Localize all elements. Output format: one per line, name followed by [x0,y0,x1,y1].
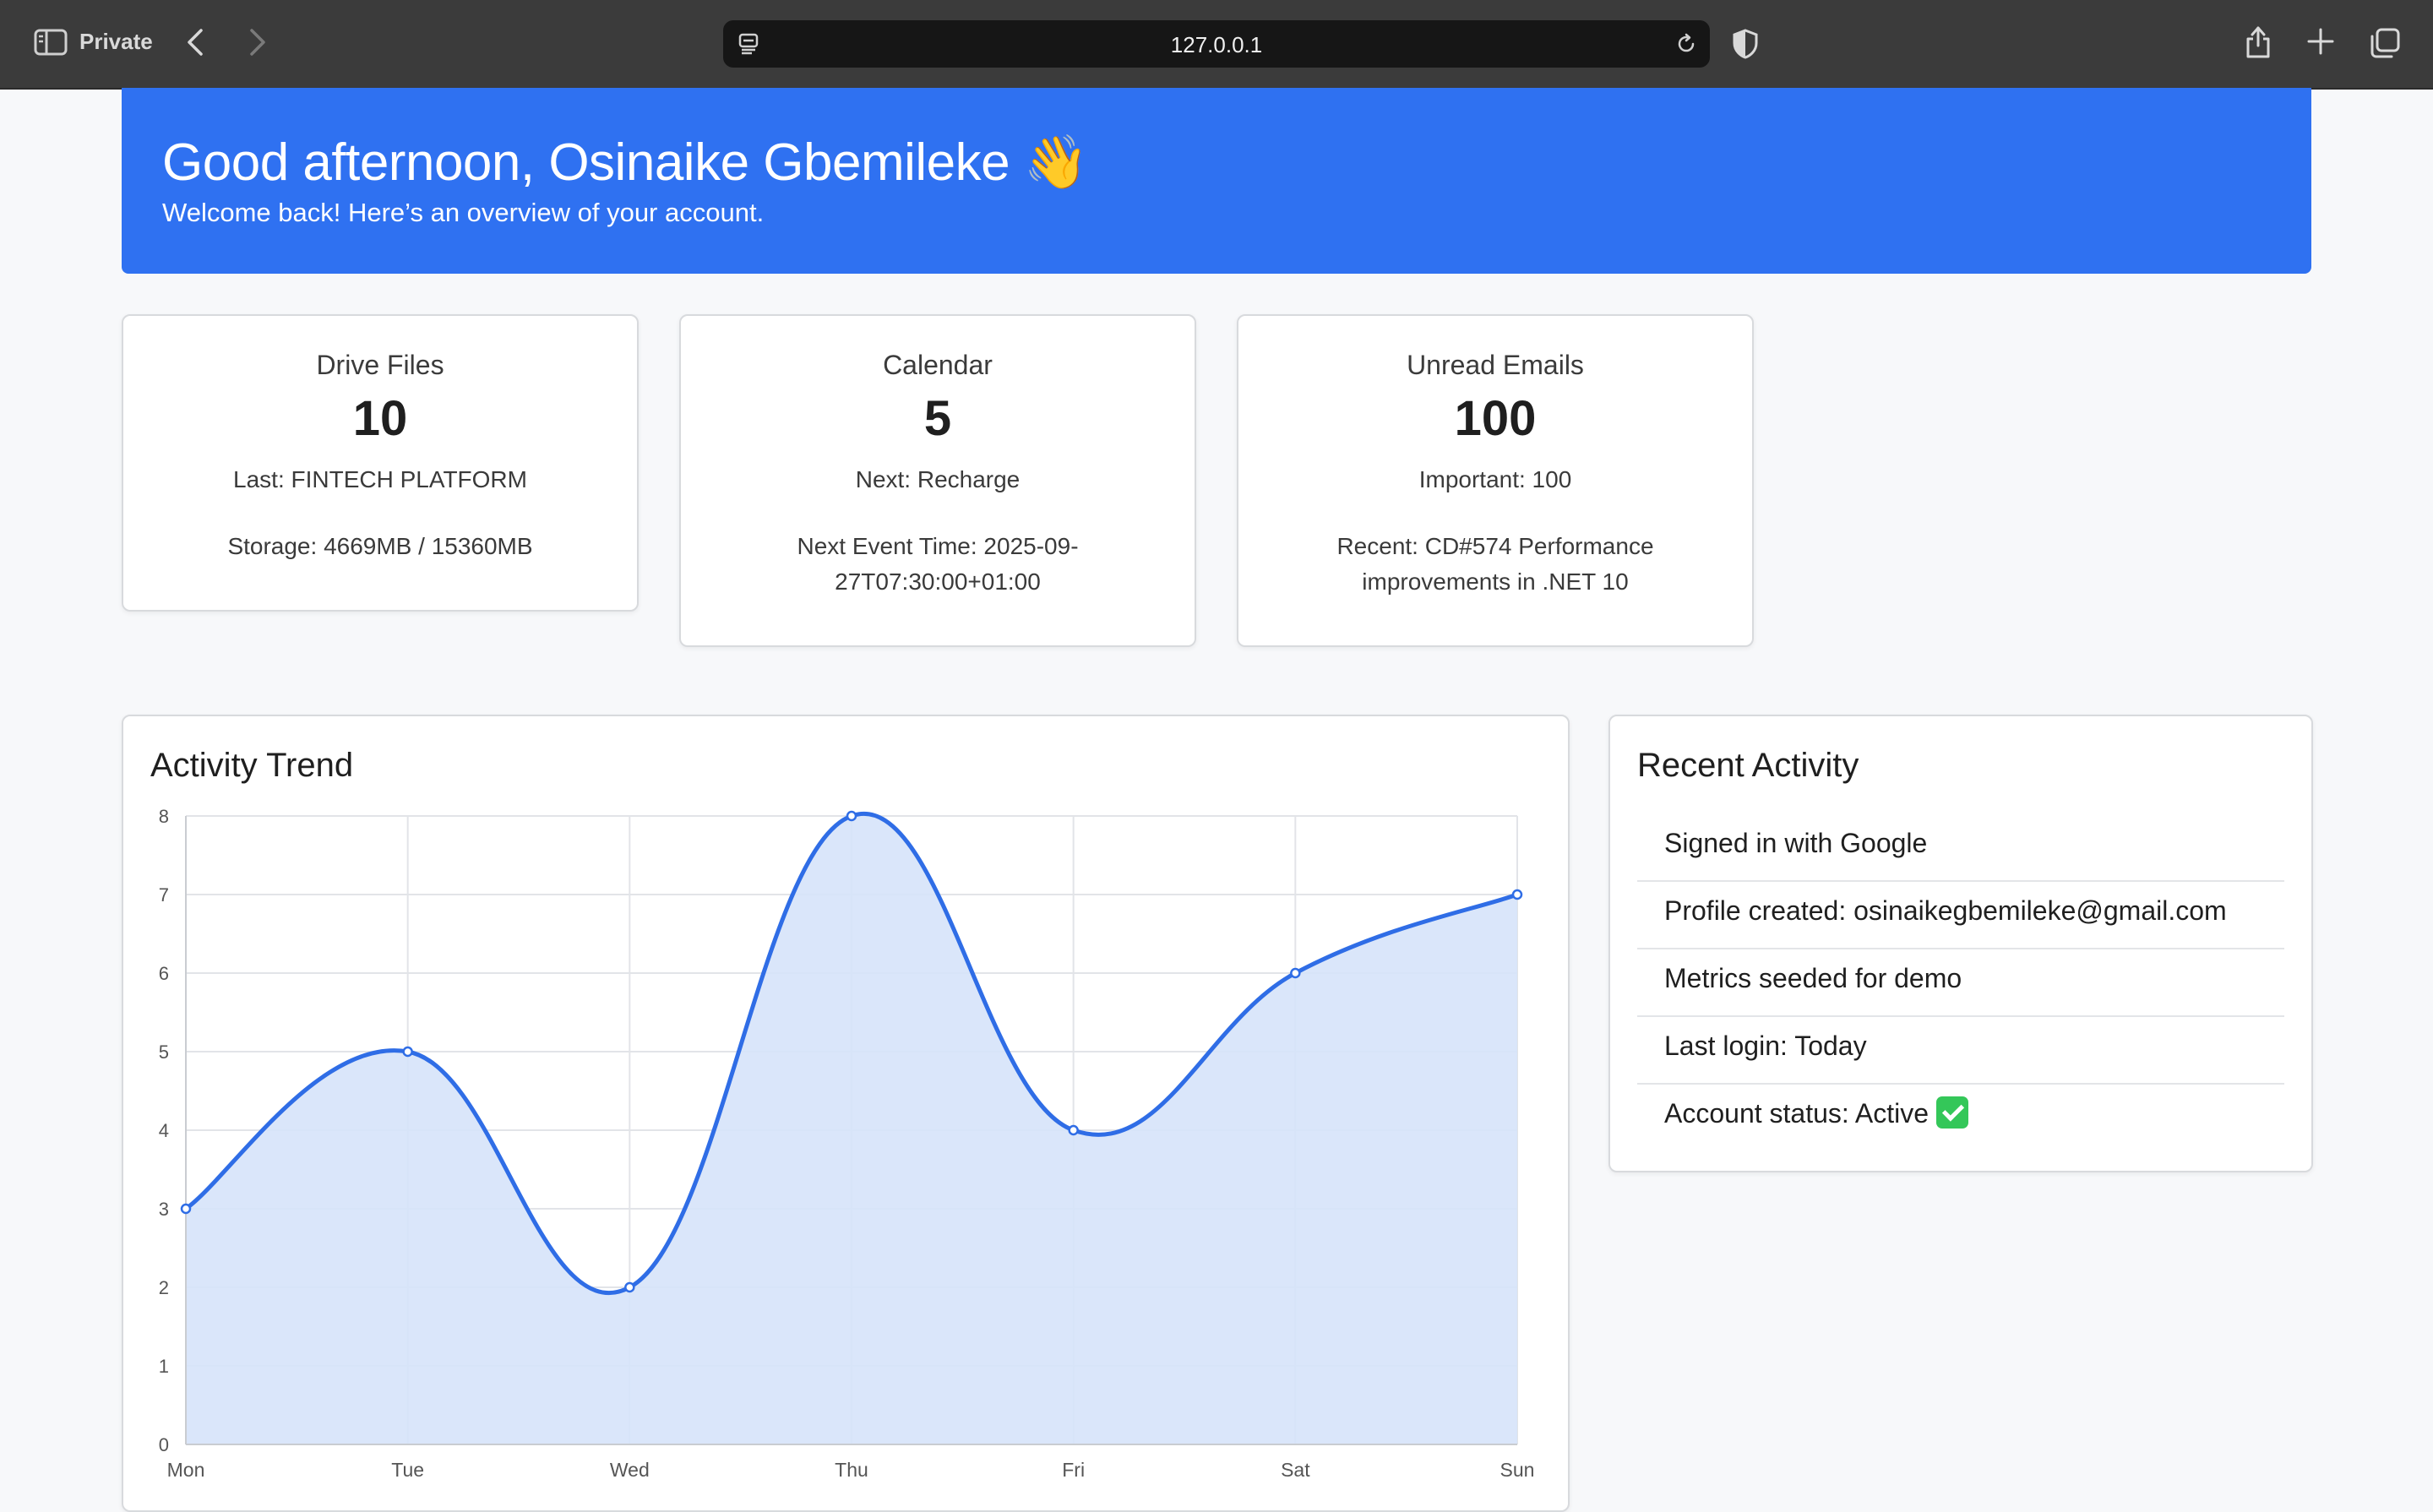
list-item: Metrics seeded for demo [1637,949,2284,1017]
privacy-shield-icon[interactable] [1732,29,1759,59]
y-tick-label: 4 [159,1120,169,1141]
welcome-subtitle: Welcome back! Here’s an overview of your… [162,198,765,227]
data-point-tue [402,1046,413,1058]
card-detail: Last: FINTECH PLATFORM [233,466,527,492]
back-arrow-icon[interactable] [184,27,208,57]
x-tick-label: Fri [1062,1459,1085,1481]
card-detail: Next: Recharge [855,466,1021,492]
reload-icon[interactable] [1674,32,1698,56]
card-value: 10 [352,391,408,446]
y-tick-label: 5 [159,1042,169,1063]
data-point-sun [1511,889,1523,900]
card-title: Drive Files [316,350,444,380]
y-tick-label: 0 [159,1434,169,1455]
list-item: Signed in with Google [1637,814,2284,882]
activity-text: Profile created: osinaikegbemileke@gmail… [1664,895,2227,926]
greeting-heading: Good afternoon, Osinaike Gbemileke 👋 [162,133,1089,192]
address-bar[interactable]: 127.0.0.1 [723,20,1710,68]
card-value: 5 [923,391,952,446]
y-tick-label: 3 [159,1199,169,1220]
card-detail-secondary: Next Event Time: 2025-09-27T07:30:00+01:… [797,533,1079,595]
data-point-mon [180,1203,192,1215]
activity-text: Signed in with Google [1664,828,1928,858]
share-icon[interactable] [2244,25,2272,59]
sidebar-toggle-icon[interactable] [34,29,68,56]
data-point-fri [1068,1124,1079,1136]
tab-overview-icon[interactable] [2369,27,2401,59]
activity-text: Account status: Active [1664,1098,1930,1129]
recent-activity-title: Recent Activity [1637,747,1859,784]
list-item: Account status: Active [1637,1085,2284,1152]
x-tick-label: Tue [391,1459,424,1481]
activity-trend-chart: 0 1 2 3 4 5 6 7 8 Mon Tue Wed Thu Fri Sat Sun [159,806,1535,1481]
browser-toolbar: Private 127.0.0.1 [0,0,2433,90]
welcome-banner: Good afternoon, Osinaike Gbemileke 👋 Wel… [122,88,2311,274]
x-tick-label: Mon [167,1459,205,1481]
recent-activity-card: Recent Activity Signed in with Google Pr… [1608,715,2313,1172]
card-detail-secondary: Storage: 4669MB / 15360MB [227,533,533,559]
check-mark-icon [1935,1096,1968,1129]
list-item: Last login: Today [1637,1017,2284,1085]
trend-area-fill [186,813,1517,1444]
y-tick-label: 2 [159,1277,169,1298]
card-detail-secondary: Recent: CD#574 Performance improvements … [1336,533,1654,595]
y-tick-label: 1 [159,1356,169,1377]
url-text: 127.0.0.1 [1170,32,1263,57]
card-title: Calendar [883,350,993,380]
activity-text: Last login: Today [1664,1031,1867,1061]
new-tab-plus-icon[interactable] [2306,27,2335,56]
activity-text: Metrics seeded for demo [1664,963,1962,993]
x-tick-label: Thu [835,1459,868,1481]
y-tick-label: 8 [159,806,169,827]
activity-trend-card: Activity Trend 0 1 2 3 4 5 6 7 8 Mon Tue Wed Thu Fri S… [122,715,1570,1512]
calendar-card: Calendar 5 Next: Recharge Next Event Tim… [679,314,1196,647]
x-tick-label: Sat [1281,1459,1310,1481]
list-item: Profile created: osinaikegbemileke@gmail… [1637,882,2284,949]
activity-list: Signed in with Google Profile created: o… [1637,814,2284,1152]
data-point-wed [624,1281,635,1293]
y-tick-label: 6 [159,963,169,984]
drive-files-card: Drive Files 10 Last: FINTECH PLATFORM St… [122,314,639,612]
x-tick-label: Sun [1500,1459,1535,1481]
card-value: 100 [1454,391,1537,446]
card-detail: Important: 100 [1418,466,1572,492]
data-point-thu [846,810,857,822]
y-tick-label: 7 [159,884,169,906]
data-point-sat [1290,967,1301,979]
card-title: Unread Emails [1407,350,1584,380]
x-tick-label: Wed [610,1459,650,1481]
forward-arrow-icon[interactable] [245,27,269,57]
private-mode-label: Private [79,29,153,54]
unread-emails-card: Unread Emails 100 Important: 100 Recent:… [1237,314,1754,647]
